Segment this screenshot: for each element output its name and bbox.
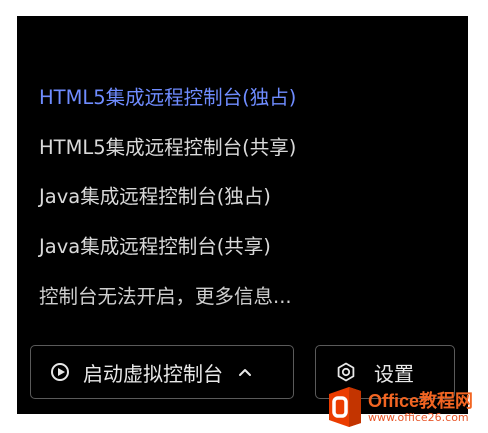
settings-button-label: 设置 (374, 361, 414, 386)
watermark-subtitle: www.office26.com (368, 411, 469, 424)
watermark-title: Office教程网 (368, 391, 474, 411)
launch-virtual-console-button[interactable]: 启动虚拟控制台 (30, 345, 294, 399)
menu-item-more-info[interactable]: 控制台无法开启，更多信息... (39, 277, 292, 317)
remote-console-panel: HTML5集成远程控制台(独占) HTML5集成远程控制台(共享) Java集成… (17, 16, 468, 414)
menu-item-java-shared[interactable]: Java集成远程控制台(共享) (39, 227, 271, 267)
office-logo-icon (329, 387, 361, 427)
menu-item-html5-exclusive[interactable]: HTML5集成远程控制台(独占) (39, 78, 296, 118)
menu-item-html5-shared[interactable]: HTML5集成远程控制台(共享) (39, 128, 296, 168)
menu-item-java-exclusive[interactable]: Java集成远程控制台(独占) (39, 177, 271, 217)
launch-button-label: 启动虚拟控制台 (83, 361, 223, 386)
play-circle-icon (51, 363, 69, 381)
gear-icon (337, 362, 355, 382)
watermark: Office教程网 www.office26.com (322, 384, 488, 433)
chevron-up-icon (239, 369, 251, 376)
